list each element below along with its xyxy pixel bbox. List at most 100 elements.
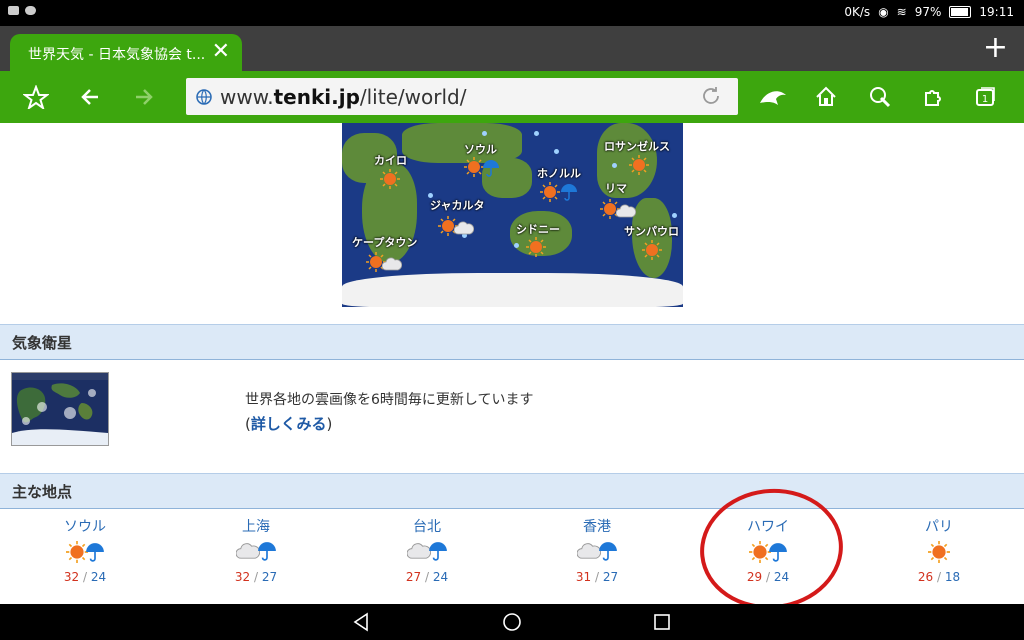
temperature-range: 26 / 18 xyxy=(854,570,1024,584)
umbrella-icon xyxy=(428,541,448,565)
home-icon[interactable] xyxy=(810,81,842,113)
map-land xyxy=(402,123,522,163)
map-city-label[interactable]: ロサンゼルス xyxy=(604,138,670,154)
forward-arrow-icon[interactable] xyxy=(128,81,160,113)
cloud-icon xyxy=(615,203,637,222)
svg-text:1: 1 xyxy=(982,94,988,105)
umbrella-icon xyxy=(482,159,500,181)
map-city-label[interactable]: ソウル xyxy=(464,141,497,157)
city-name[interactable]: 上海 xyxy=(171,516,341,536)
map-dot xyxy=(612,163,617,168)
addon-puzzle-icon[interactable] xyxy=(918,81,950,113)
map-dot xyxy=(672,213,677,218)
tab-strip: 世界天気 - 日本気象協会 t... ✕ + xyxy=(0,26,1024,71)
world-weather-map[interactable]: カイロ ソウル ロサンゼルス ホノルル リマ ジャカルタ シドニー サンパウロ … xyxy=(342,123,683,307)
map-city-label[interactable]: サンパウロ xyxy=(624,223,679,239)
major-cities-section-header: 主な地点 xyxy=(0,473,1024,509)
temp-separator: / xyxy=(936,570,942,584)
sun-icon xyxy=(380,169,400,193)
nav-back-icon[interactable] xyxy=(352,612,372,636)
url-path: /lite/world/ xyxy=(359,85,467,109)
sun-icon xyxy=(629,155,649,179)
map-dot xyxy=(534,131,539,136)
gesture-icon[interactable] xyxy=(864,81,896,113)
sun-icon xyxy=(642,240,662,264)
eye-icon: ◉ xyxy=(878,5,889,19)
satellite-link-line: (詳しくみる) xyxy=(245,413,332,434)
weather-icons xyxy=(854,541,1024,567)
map-city-label[interactable]: リマ xyxy=(605,180,627,196)
major-city-item[interactable]: 香港 31 / 27 xyxy=(512,510,682,584)
weather-icons xyxy=(0,541,170,567)
map-city-label[interactable]: カイロ xyxy=(374,152,407,168)
map-city-label[interactable]: シドニー xyxy=(516,221,560,237)
battery-icon xyxy=(949,6,972,18)
umbrella-icon xyxy=(257,541,277,565)
android-nav-bar xyxy=(0,604,1024,640)
high-temp: 32 xyxy=(234,570,251,584)
low-temp: 27 xyxy=(602,570,619,584)
net-speed: 0K/s xyxy=(844,5,871,19)
map-antarctica xyxy=(342,273,683,307)
cloud-icon xyxy=(453,220,475,239)
sun-icon xyxy=(928,541,950,567)
browser-tab[interactable]: 世界天気 - 日本気象協会 t... ✕ xyxy=(10,34,242,71)
nav-home-icon[interactable] xyxy=(502,612,522,636)
url-prefix: www. xyxy=(220,85,274,109)
low-temp: 24 xyxy=(432,570,449,584)
tabs-count-icon[interactable]: 1 xyxy=(970,81,1002,113)
satellite-thumbnail[interactable] xyxy=(11,372,109,446)
map-city-label[interactable]: ケープタウン xyxy=(352,234,417,250)
high-temp: 27 xyxy=(405,570,422,584)
map-dot xyxy=(514,243,519,248)
battery-percent: 97% xyxy=(914,5,942,19)
temp-separator: / xyxy=(594,570,600,584)
new-tab-button[interactable]: + xyxy=(983,31,1008,65)
major-city-item[interactable]: 上海 32 / 27 xyxy=(171,510,341,584)
details-link[interactable]: 詳しくみる xyxy=(251,415,327,433)
mail-icon xyxy=(8,6,19,15)
city-name[interactable]: パリ xyxy=(854,516,1024,536)
city-name[interactable]: ソウル xyxy=(0,516,170,536)
map-city-label[interactable]: ホノルル xyxy=(537,165,581,181)
major-cities-heading: 主な地点 xyxy=(12,483,73,501)
reload-icon[interactable] xyxy=(700,85,722,107)
sun-icon xyxy=(540,182,560,206)
major-city-item[interactable]: パリ 26 / 18 xyxy=(854,510,1024,584)
temp-separator: / xyxy=(253,570,259,584)
map-dot xyxy=(554,149,559,154)
umbrella-icon xyxy=(560,183,578,205)
map-city-label[interactable]: ジャカルタ xyxy=(430,197,484,213)
tab-close-icon[interactable]: ✕ xyxy=(212,39,230,65)
weather-icons xyxy=(342,541,512,567)
city-name[interactable]: 台北 xyxy=(342,516,512,536)
umbrella-icon xyxy=(85,542,105,566)
major-city-item[interactable]: ソウル 32 / 24 xyxy=(0,510,170,584)
bookmark-star-icon[interactable] xyxy=(20,81,52,113)
cloud-icon xyxy=(381,256,403,275)
dolphin-icon[interactable] xyxy=(757,81,789,113)
tab-title: 世界天気 - 日本気象協会 t... xyxy=(28,47,206,63)
major-city-item[interactable]: 台北 27 / 24 xyxy=(342,510,512,584)
nav-recents-icon[interactable] xyxy=(652,612,672,636)
cloud-icon xyxy=(25,6,36,15)
back-arrow-icon[interactable] xyxy=(74,81,106,113)
browser-toolbar: www.tenki.jp/lite/world/ 1 xyxy=(0,71,1024,123)
status-bar: 0K/s ◉ ≋ 97% 19:11 xyxy=(0,0,1024,26)
wifi-icon: ≋ xyxy=(896,5,907,19)
url-bar[interactable]: www.tenki.jp/lite/world/ xyxy=(186,78,738,115)
high-temp: 31 xyxy=(575,570,592,584)
temperature-range: 27 / 24 xyxy=(342,570,512,584)
map-dot xyxy=(482,131,487,136)
low-temp: 18 xyxy=(944,570,961,584)
weather-icons xyxy=(512,541,682,567)
high-temp: 26 xyxy=(917,570,934,584)
clock: 19:11 xyxy=(979,5,1014,19)
major-cities-list: ソウル 32 / 24 上海 32 / 27 台北 27 / 24 香港 31 / 27 ハワイ… xyxy=(0,510,1024,604)
temperature-range: 32 / 24 xyxy=(0,570,170,584)
high-temp: 32 xyxy=(63,570,80,584)
temp-separator: / xyxy=(82,570,88,584)
low-temp: 27 xyxy=(261,570,278,584)
city-name[interactable]: 香港 xyxy=(512,516,682,536)
satellite-section-header: 気象衛星 xyxy=(0,324,1024,360)
